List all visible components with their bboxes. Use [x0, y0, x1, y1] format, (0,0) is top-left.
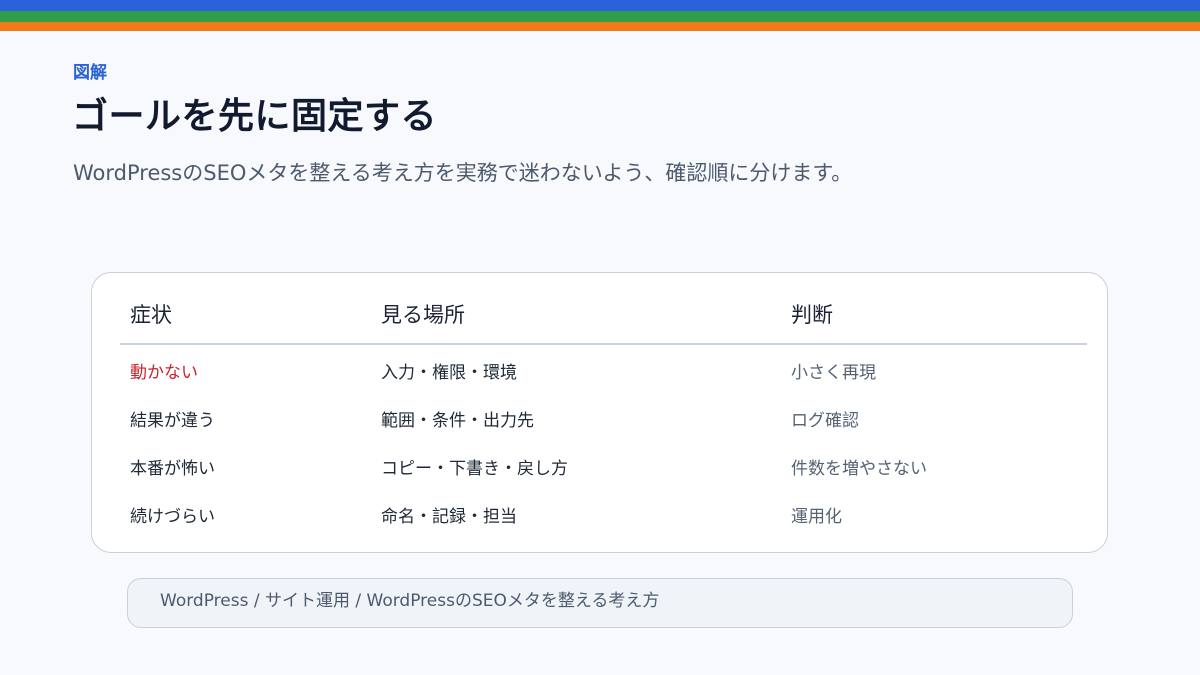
row-1-judgement: 小さく再現	[791, 363, 876, 383]
row-3-symptom: 本番が怖い	[130, 459, 215, 479]
top-stripe-green	[0, 11, 1200, 22]
eyebrow-label: 図解	[73, 63, 107, 83]
top-stripe-blue	[0, 0, 1200, 11]
top-stripe-orange	[0, 22, 1200, 31]
header-judgement: 判断	[791, 303, 833, 327]
header-divider	[120, 343, 1087, 345]
row-1-where: 入力・権限・環境	[381, 363, 517, 383]
page-title: ゴールを先に固定する	[72, 96, 438, 137]
header-symptom: 症状	[130, 303, 172, 327]
row-4-symptom: 続けづらい	[130, 507, 215, 527]
row-2-where: 範囲・条件・出力先	[381, 411, 534, 431]
row-2-judgement: ログ確認	[791, 411, 859, 431]
row-2-symptom: 結果が違う	[130, 411, 215, 431]
row-4-where: 命名・記録・担当	[381, 507, 517, 527]
row-1-symptom: 動かない	[130, 363, 198, 383]
header-where-to-look: 見る場所	[381, 303, 465, 327]
row-4-judgement: 運用化	[791, 507, 842, 527]
diagnosis-table-card	[91, 272, 1108, 553]
page-subtitle: WordPressのSEOメタを整える考え方を実務で迷わないよう、確認順に分けま…	[73, 161, 853, 185]
breadcrumb-text: WordPress / サイト運用 / WordPressのSEOメタを整える考…	[160, 591, 660, 611]
row-3-where: コピー・下書き・戻し方	[381, 459, 568, 479]
row-3-judgement: 件数を増やさない	[791, 459, 927, 479]
